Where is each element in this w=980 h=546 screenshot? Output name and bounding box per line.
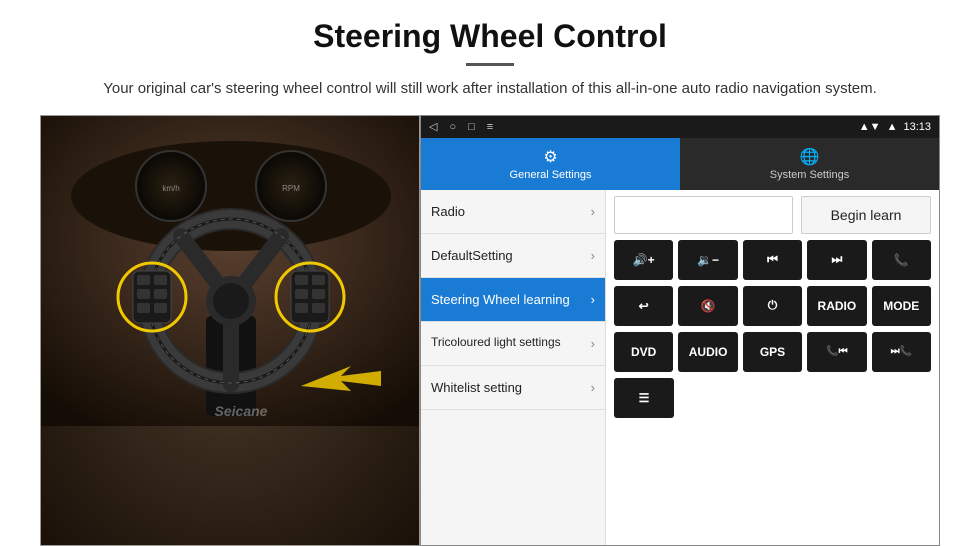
nav-buttons: ◁ ○ □ ≡ <box>429 120 493 133</box>
general-settings-icon: ⚙ <box>543 147 557 167</box>
menu-item-tricoloured[interactable]: Tricoloured light settings › <box>421 322 605 366</box>
audio-button[interactable]: AUDIO <box>678 332 737 372</box>
right-panel: Begin learn 🔊+ 🔉− ⏮ ⏭ 📞 ↩ 🔇 ⏻ <box>606 190 939 546</box>
gps-button[interactable]: GPS <box>743 332 802 372</box>
button-grid-row4: ☰ <box>614 378 931 418</box>
button-grid-row3: DVD AUDIO GPS 📞⏮ ⏭📞 <box>614 332 931 372</box>
system-settings-icon: 🌐 <box>800 147 820 167</box>
mode-button[interactable]: MODE <box>872 286 931 326</box>
signal-icon: ▲▼ <box>859 121 881 133</box>
time-display: 13:13 <box>903 121 931 133</box>
tab-system-label: System Settings <box>770 169 849 181</box>
status-right: ▲▼ ▲ 13:13 <box>859 121 931 133</box>
menu-item-whitelist[interactable]: Whitelist setting › <box>421 366 605 410</box>
prev-button[interactable]: ⏮ <box>743 240 802 280</box>
tab-general[interactable]: ⚙ General Settings <box>421 138 680 190</box>
chevron-icon: › <box>591 292 595 307</box>
page-subtitle: Your original car's steering wheel contr… <box>103 78 877 101</box>
begin-learn-button[interactable]: Begin learn <box>801 196 931 234</box>
vol-up-button[interactable]: 🔊+ <box>614 240 673 280</box>
menu-item-radio[interactable]: Radio › <box>421 190 605 234</box>
title-divider <box>466 63 514 66</box>
steering-input[interactable] <box>614 196 793 234</box>
call-next-button[interactable]: ⏭📞 <box>872 332 931 372</box>
call-prev-button[interactable]: 📞⏮ <box>807 332 866 372</box>
tab-general-label: General Settings <box>510 169 592 181</box>
tab-system[interactable]: 🌐 System Settings <box>680 138 939 190</box>
status-bar: ◁ ○ □ ≡ ▲▼ ▲ 13:13 <box>421 116 939 138</box>
chevron-icon: › <box>591 336 595 351</box>
svg-text:Seicane: Seicane <box>215 403 268 419</box>
car-image: km/h RPM <box>40 115 420 546</box>
chevron-icon: › <box>591 204 595 219</box>
menu-nav-icon[interactable]: ≡ <box>487 121 493 133</box>
back-button[interactable]: ↩ <box>614 286 673 326</box>
menu-item-steering[interactable]: Steering Wheel learning › <box>421 278 605 322</box>
menu-list: Radio › DefaultSetting › Steering Wheel … <box>421 190 606 546</box>
svg-text:RPM: RPM <box>282 184 300 193</box>
button-grid-row2: ↩ 🔇 ⏻ RADIO MODE <box>614 286 931 326</box>
button-grid-row1: 🔊+ 🔉− ⏮ ⏭ 📞 <box>614 240 931 280</box>
android-ui: ◁ ○ □ ≡ ▲▼ ▲ 13:13 ⚙ General Settings <box>420 115 940 546</box>
menu-item-default[interactable]: DefaultSetting › <box>421 234 605 278</box>
page-title: Steering Wheel Control <box>313 18 667 55</box>
call-button[interactable]: 📞 <box>872 240 931 280</box>
power-button[interactable]: ⏻ <box>743 286 802 326</box>
wifi-icon: ▲ <box>887 121 898 133</box>
main-area: Radio › DefaultSetting › Steering Wheel … <box>421 190 939 546</box>
recent-nav-icon[interactable]: □ <box>468 121 475 133</box>
chevron-icon: › <box>591 380 595 395</box>
vol-down-button[interactable]: 🔉− <box>678 240 737 280</box>
chevron-icon: › <box>591 248 595 263</box>
next-button[interactable]: ⏭ <box>807 240 866 280</box>
back-nav-icon[interactable]: ◁ <box>429 120 437 133</box>
dvd-button[interactable]: DVD <box>614 332 673 372</box>
begin-learn-row: Begin learn <box>614 196 931 234</box>
menu-button[interactable]: ☰ <box>614 378 674 418</box>
tab-bar: ⚙ General Settings 🌐 System Settings <box>421 138 939 190</box>
svg-text:km/h: km/h <box>162 184 179 193</box>
home-nav-icon[interactable]: ○ <box>449 121 456 133</box>
mute-button[interactable]: 🔇 <box>678 286 737 326</box>
radio-button[interactable]: RADIO <box>807 286 866 326</box>
